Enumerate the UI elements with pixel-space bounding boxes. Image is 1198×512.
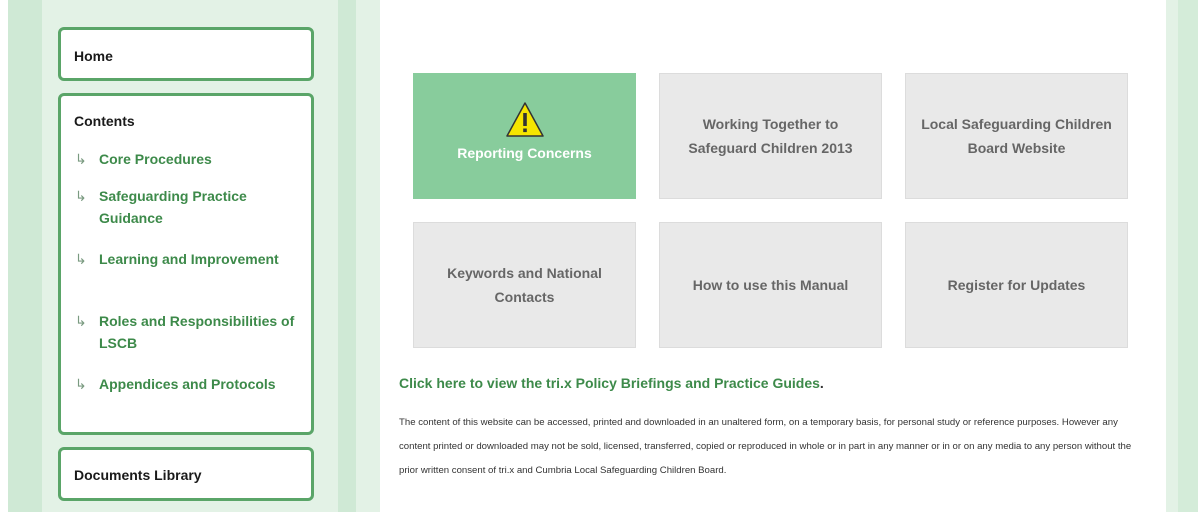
page-margin	[0, 0, 8, 512]
tile-how-to-use-manual[interactable]: How to use this Manual	[659, 222, 882, 348]
warning-icon	[505, 102, 544, 137]
sub-arrow-icon: ↳	[75, 313, 87, 329]
sidebar-item-appendices-and-protocols[interactable]: ↳ Appendices and Protocols	[75, 373, 305, 395]
sidebar-item-label: Roles and Responsibilities of LSCB	[99, 313, 295, 351]
sub-arrow-icon: ↳	[75, 188, 87, 204]
documents-library-link[interactable]: Documents Library	[74, 467, 202, 483]
tile-label: Local Safeguarding Children Board Websit…	[921, 116, 1112, 156]
sidebar-documents-box[interactable]: Documents Library	[58, 447, 314, 501]
sidebar-item-core-procedures[interactable]: ↳ Core Procedures	[75, 148, 305, 170]
sub-arrow-icon: ↳	[75, 151, 87, 167]
sub-arrow-icon: ↳	[75, 376, 87, 392]
tile-register-for-updates[interactable]: Register for Updates	[905, 222, 1128, 348]
sub-arrow-icon: ↳	[75, 251, 87, 267]
background-stripe	[338, 0, 356, 512]
contents-heading: Contents	[74, 113, 135, 129]
tile-label: How to use this Manual	[692, 277, 849, 293]
tile-label: Reporting Concerns	[457, 145, 592, 161]
policy-briefings-link[interactable]: Click here to view the tri.x Policy Brie…	[399, 375, 824, 391]
sidebar-item-label: Appendices and Protocols	[99, 376, 276, 392]
sidebar-item-safeguarding-practice-guidance[interactable]: ↳ Safeguarding Practice Guidance	[75, 185, 305, 229]
tile-working-together[interactable]: Working Together to Safeguard Children 2…	[659, 73, 882, 199]
home-link[interactable]: Home	[74, 48, 113, 64]
tile-label: Working Together to Safeguard Children 2…	[688, 116, 853, 156]
background-stripe	[8, 0, 42, 512]
sidebar-item-learning-and-improvement[interactable]: ↳ Learning and Improvement	[75, 248, 305, 270]
sidebar-item-label: Safeguarding Practice Guidance	[99, 188, 247, 226]
sidebar-item-roles-and-responsibilities[interactable]: ↳ Roles and Responsibilities of LSCB	[75, 310, 305, 354]
sidebar-item-label: Core Procedures	[99, 151, 212, 167]
tile-label: Keywords and National Contacts	[447, 265, 602, 305]
background-stripe	[1178, 0, 1198, 512]
policy-link-text[interactable]: Click here to view the tri.x Policy Brie…	[399, 375, 820, 391]
sidebar-home-box[interactable]: Home	[58, 27, 314, 81]
tile-reporting-concerns[interactable]: Reporting Concerns	[413, 73, 636, 199]
background-stripe	[356, 0, 380, 512]
tile-label: Register for Updates	[947, 277, 1086, 293]
sidebar-contents-box: Contents ↳ Core Procedures ↳ Safeguardin…	[58, 93, 314, 435]
tile-lscb-website[interactable]: Local Safeguarding Children Board Websit…	[905, 73, 1128, 199]
copyright-disclaimer: The content of this website can be acces…	[399, 417, 1132, 476]
policy-link-suffix: .	[819, 375, 824, 391]
tile-keywords-and-contacts[interactable]: Keywords and National Contacts	[413, 222, 636, 348]
sidebar-item-label: Learning and Improvement	[99, 251, 279, 267]
